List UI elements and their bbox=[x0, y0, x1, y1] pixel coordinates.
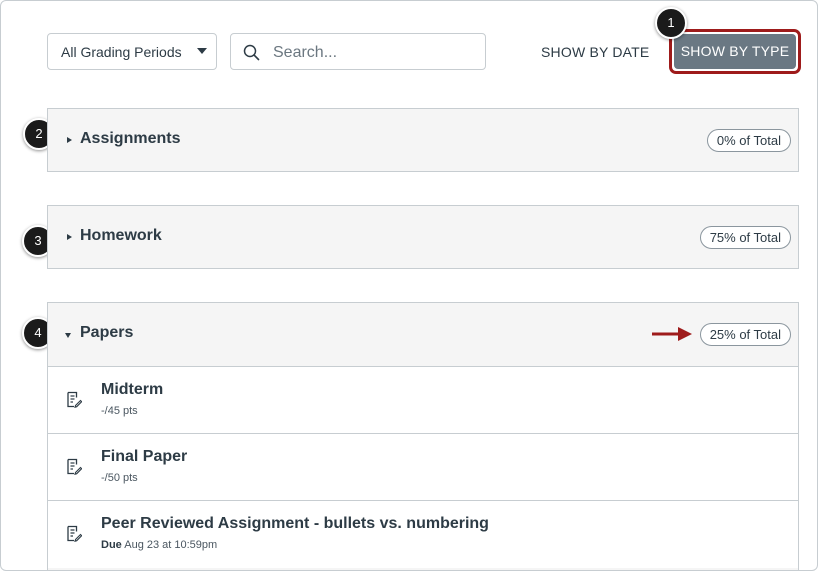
assignment-points: -/45 pts bbox=[101, 405, 138, 417]
group-weight-badge: 0% of Total bbox=[706, 129, 791, 152]
show-by-type-button[interactable]: SHOW BY TYPE bbox=[674, 34, 796, 69]
assignment-row[interactable]: Final Paper -/50 pts bbox=[48, 433, 798, 501]
assignment-points: -/50 pts bbox=[101, 472, 138, 484]
step-badge-1: 1 bbox=[655, 7, 687, 39]
due-label: Due bbox=[101, 539, 122, 551]
group-title: Papers bbox=[80, 324, 134, 341]
group-weight-badge: 25% of Total bbox=[699, 323, 791, 346]
assignment-title[interactable]: Midterm bbox=[101, 381, 163, 399]
group-weight-badge: 75% of Total bbox=[699, 226, 791, 249]
show-by-date-button[interactable]: SHOW BY DATE bbox=[541, 41, 649, 63]
assignment-row[interactable]: Midterm -/45 pts bbox=[48, 366, 798, 434]
arrow-right-icon bbox=[652, 327, 692, 341]
group-title: Homework bbox=[80, 227, 162, 244]
grading-period-select[interactable]: All Grading Periods bbox=[47, 33, 217, 70]
group-header-assignments[interactable]: Assignments 0% of Total bbox=[48, 109, 798, 172]
show-by-type-highlight: SHOW BY TYPE bbox=[669, 29, 801, 74]
expand-triangle-icon bbox=[67, 137, 72, 143]
assignment-icon bbox=[67, 391, 82, 408]
search-input[interactable] bbox=[271, 40, 475, 66]
grading-period-value: All Grading Periods bbox=[61, 43, 182, 60]
search-icon bbox=[243, 44, 260, 61]
assignments-page: All Grading Periods SHOW BY DATE SHOW BY… bbox=[0, 0, 818, 571]
group-header-homework[interactable]: Homework 75% of Total bbox=[48, 206, 798, 269]
group-assignments: Assignments 0% of Total bbox=[47, 108, 799, 172]
due-value: Aug 23 at 10:59pm bbox=[124, 539, 218, 551]
group-homework: Homework 75% of Total bbox=[47, 205, 799, 269]
dropdown-caret-icon bbox=[197, 48, 207, 54]
assignment-row[interactable]: Peer Reviewed Assignment - bullets vs. n… bbox=[48, 500, 798, 568]
search-box[interactable] bbox=[230, 33, 486, 70]
assignment-due-date: Due Aug 23 at 10:59pm bbox=[101, 539, 217, 551]
expand-triangle-icon bbox=[67, 234, 72, 240]
assignment-title[interactable]: Final Paper bbox=[101, 448, 187, 466]
assignment-icon bbox=[67, 458, 82, 475]
assignment-icon bbox=[67, 525, 82, 542]
assignment-title[interactable]: Peer Reviewed Assignment - bullets vs. n… bbox=[101, 515, 489, 533]
group-title: Assignments bbox=[80, 130, 181, 147]
collapse-triangle-icon bbox=[65, 333, 71, 338]
